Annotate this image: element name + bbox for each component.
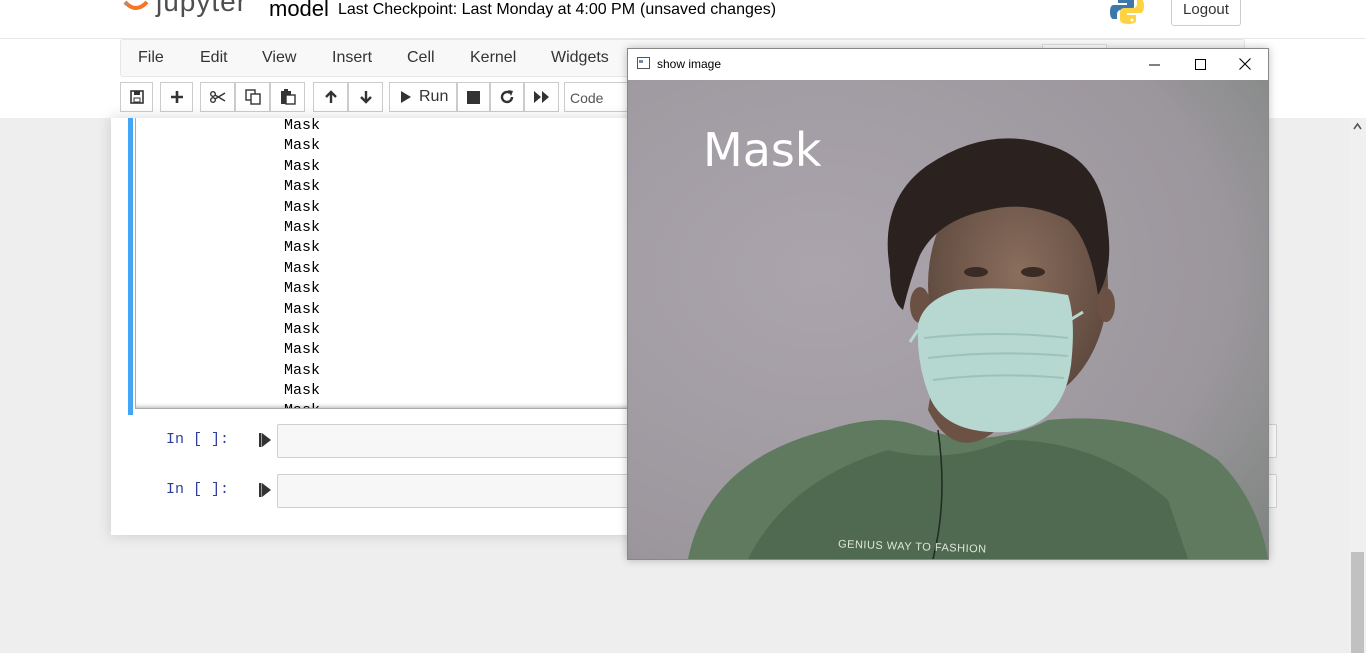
paste-button[interactable] <box>270 82 305 112</box>
menu-widgets[interactable]: Widgets <box>551 49 609 67</box>
page-scrollbar[interactable] <box>1349 118 1366 653</box>
maximize-button[interactable] <box>1177 49 1223 79</box>
cut-icon <box>209 91 225 103</box>
menu-file[interactable]: File <box>138 49 164 67</box>
restart-icon <box>500 90 514 104</box>
output-line: Mask <box>284 301 321 318</box>
output-line: Mask <box>284 341 321 358</box>
scroll-up-icon[interactable] <box>1353 122 1362 131</box>
run-cell-icon[interactable] <box>259 433 271 447</box>
menu-kernel[interactable]: Kernel <box>470 49 516 67</box>
run-cell-icon[interactable] <box>259 483 271 497</box>
logo-text: jupyter <box>156 0 248 17</box>
window-title: show image <box>657 57 722 71</box>
minimize-icon <box>1148 64 1160 65</box>
output-line: Mask <box>284 321 321 338</box>
jupyter-logo-icon <box>123 0 149 10</box>
copy-button[interactable] <box>235 82 270 112</box>
run-label: Run <box>419 88 449 105</box>
output-line: Mask <box>284 280 321 297</box>
menu-cell[interactable]: Cell <box>407 49 435 67</box>
notebook-name[interactable]: model <box>269 0 329 22</box>
run-icon <box>401 91 411 103</box>
save-button[interactable] <box>120 82 153 112</box>
output-line: Mask <box>284 199 321 216</box>
insert-cell-button[interactable] <box>160 82 193 112</box>
menu-view[interactable]: View <box>262 49 296 67</box>
menu-insert[interactable]: Insert <box>332 49 372 67</box>
logout-button[interactable]: Logout <box>1171 0 1241 26</box>
output-line: Mask <box>284 158 321 175</box>
output-line: Mask <box>284 401 320 408</box>
scrollbar-thumb[interactable] <box>1351 552 1364 653</box>
minimize-button[interactable] <box>1131 49 1177 79</box>
show-image-window[interactable]: show image Mask GENIUS WAY TO FASHION <box>627 48 1269 560</box>
prediction-label: Mask <box>703 123 822 177</box>
header-top: jupyter model Last Checkpoint: Last Mond… <box>0 0 1366 39</box>
window-app-icon <box>637 57 650 69</box>
move-down-button[interactable] <box>348 82 383 112</box>
webcam-frame: Mask GENIUS WAY TO FASHION <box>628 80 1268 559</box>
run-button[interactable]: Run <box>389 82 457 112</box>
output-line: Mask <box>284 362 321 379</box>
jupyter-logo[interactable]: jupyter <box>122 0 252 26</box>
maximize-icon <box>1194 58 1206 70</box>
unsaved-status: (unsaved changes) <box>640 1 777 18</box>
close-icon <box>1239 58 1251 70</box>
python-logo-icon <box>1110 0 1144 24</box>
copy-icon <box>244 89 261 105</box>
window-titlebar[interactable]: show image <box>628 49 1268 79</box>
fast-forward-icon <box>533 91 549 103</box>
move-down-icon <box>359 91 372 104</box>
cell-prompt: In [ ]: <box>166 431 230 448</box>
move-up-icon <box>324 90 337 103</box>
output-line: Mask <box>284 382 321 399</box>
cut-button[interactable] <box>200 82 235 112</box>
checkpoint-status: Last Checkpoint: Last Monday at 4:00 PM <box>338 1 636 18</box>
output-line: Mask <box>284 137 321 154</box>
stop-icon <box>467 90 480 104</box>
restart-button[interactable] <box>490 82 524 112</box>
close-button[interactable] <box>1222 49 1268 79</box>
menu-edit[interactable]: Edit <box>200 49 228 67</box>
output-line: Mask <box>284 219 321 236</box>
cell-prompt: In [ ]: <box>166 481 230 498</box>
output-line: Mask <box>284 239 321 256</box>
save-icon <box>129 90 144 104</box>
add-icon <box>170 91 183 103</box>
paste-icon <box>280 89 296 105</box>
output-line: Mask <box>284 260 321 277</box>
output-line: Mask <box>284 178 321 195</box>
interrupt-button[interactable] <box>457 82 490 112</box>
move-up-button[interactable] <box>313 82 348 112</box>
selected-cell-indicator <box>128 118 133 415</box>
output-line: Mask <box>284 118 321 134</box>
restart-run-all-button[interactable] <box>524 82 559 112</box>
